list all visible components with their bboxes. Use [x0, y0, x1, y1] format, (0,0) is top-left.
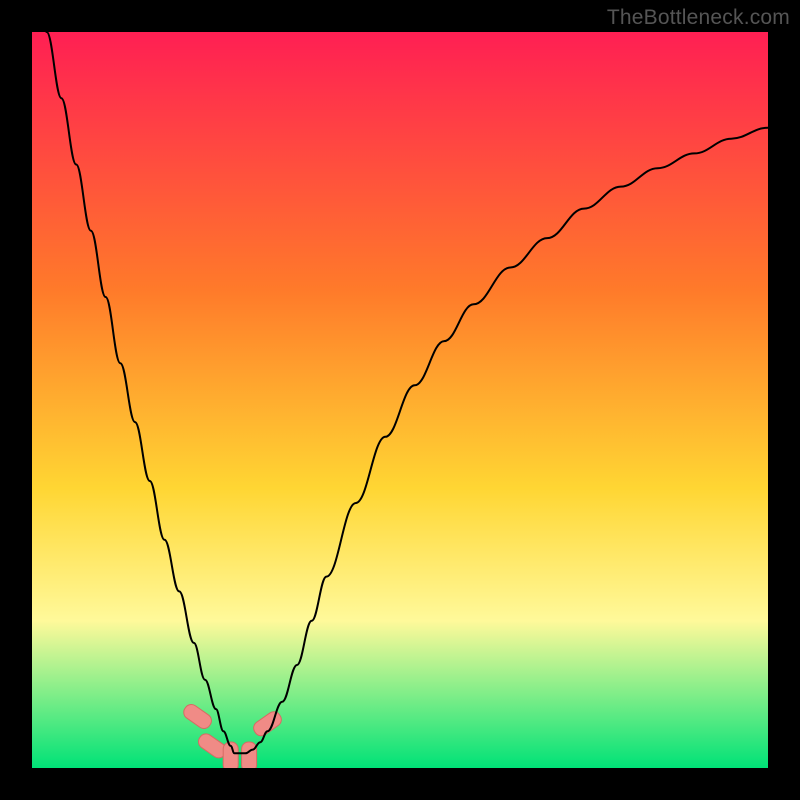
plot-area — [32, 32, 768, 768]
curve-marker — [242, 742, 257, 768]
bottleneck-chart — [32, 32, 768, 768]
chart-frame: TheBottleneck.com — [0, 0, 800, 800]
watermark-text: TheBottleneck.com — [607, 6, 790, 30]
gradient-background — [32, 32, 768, 768]
